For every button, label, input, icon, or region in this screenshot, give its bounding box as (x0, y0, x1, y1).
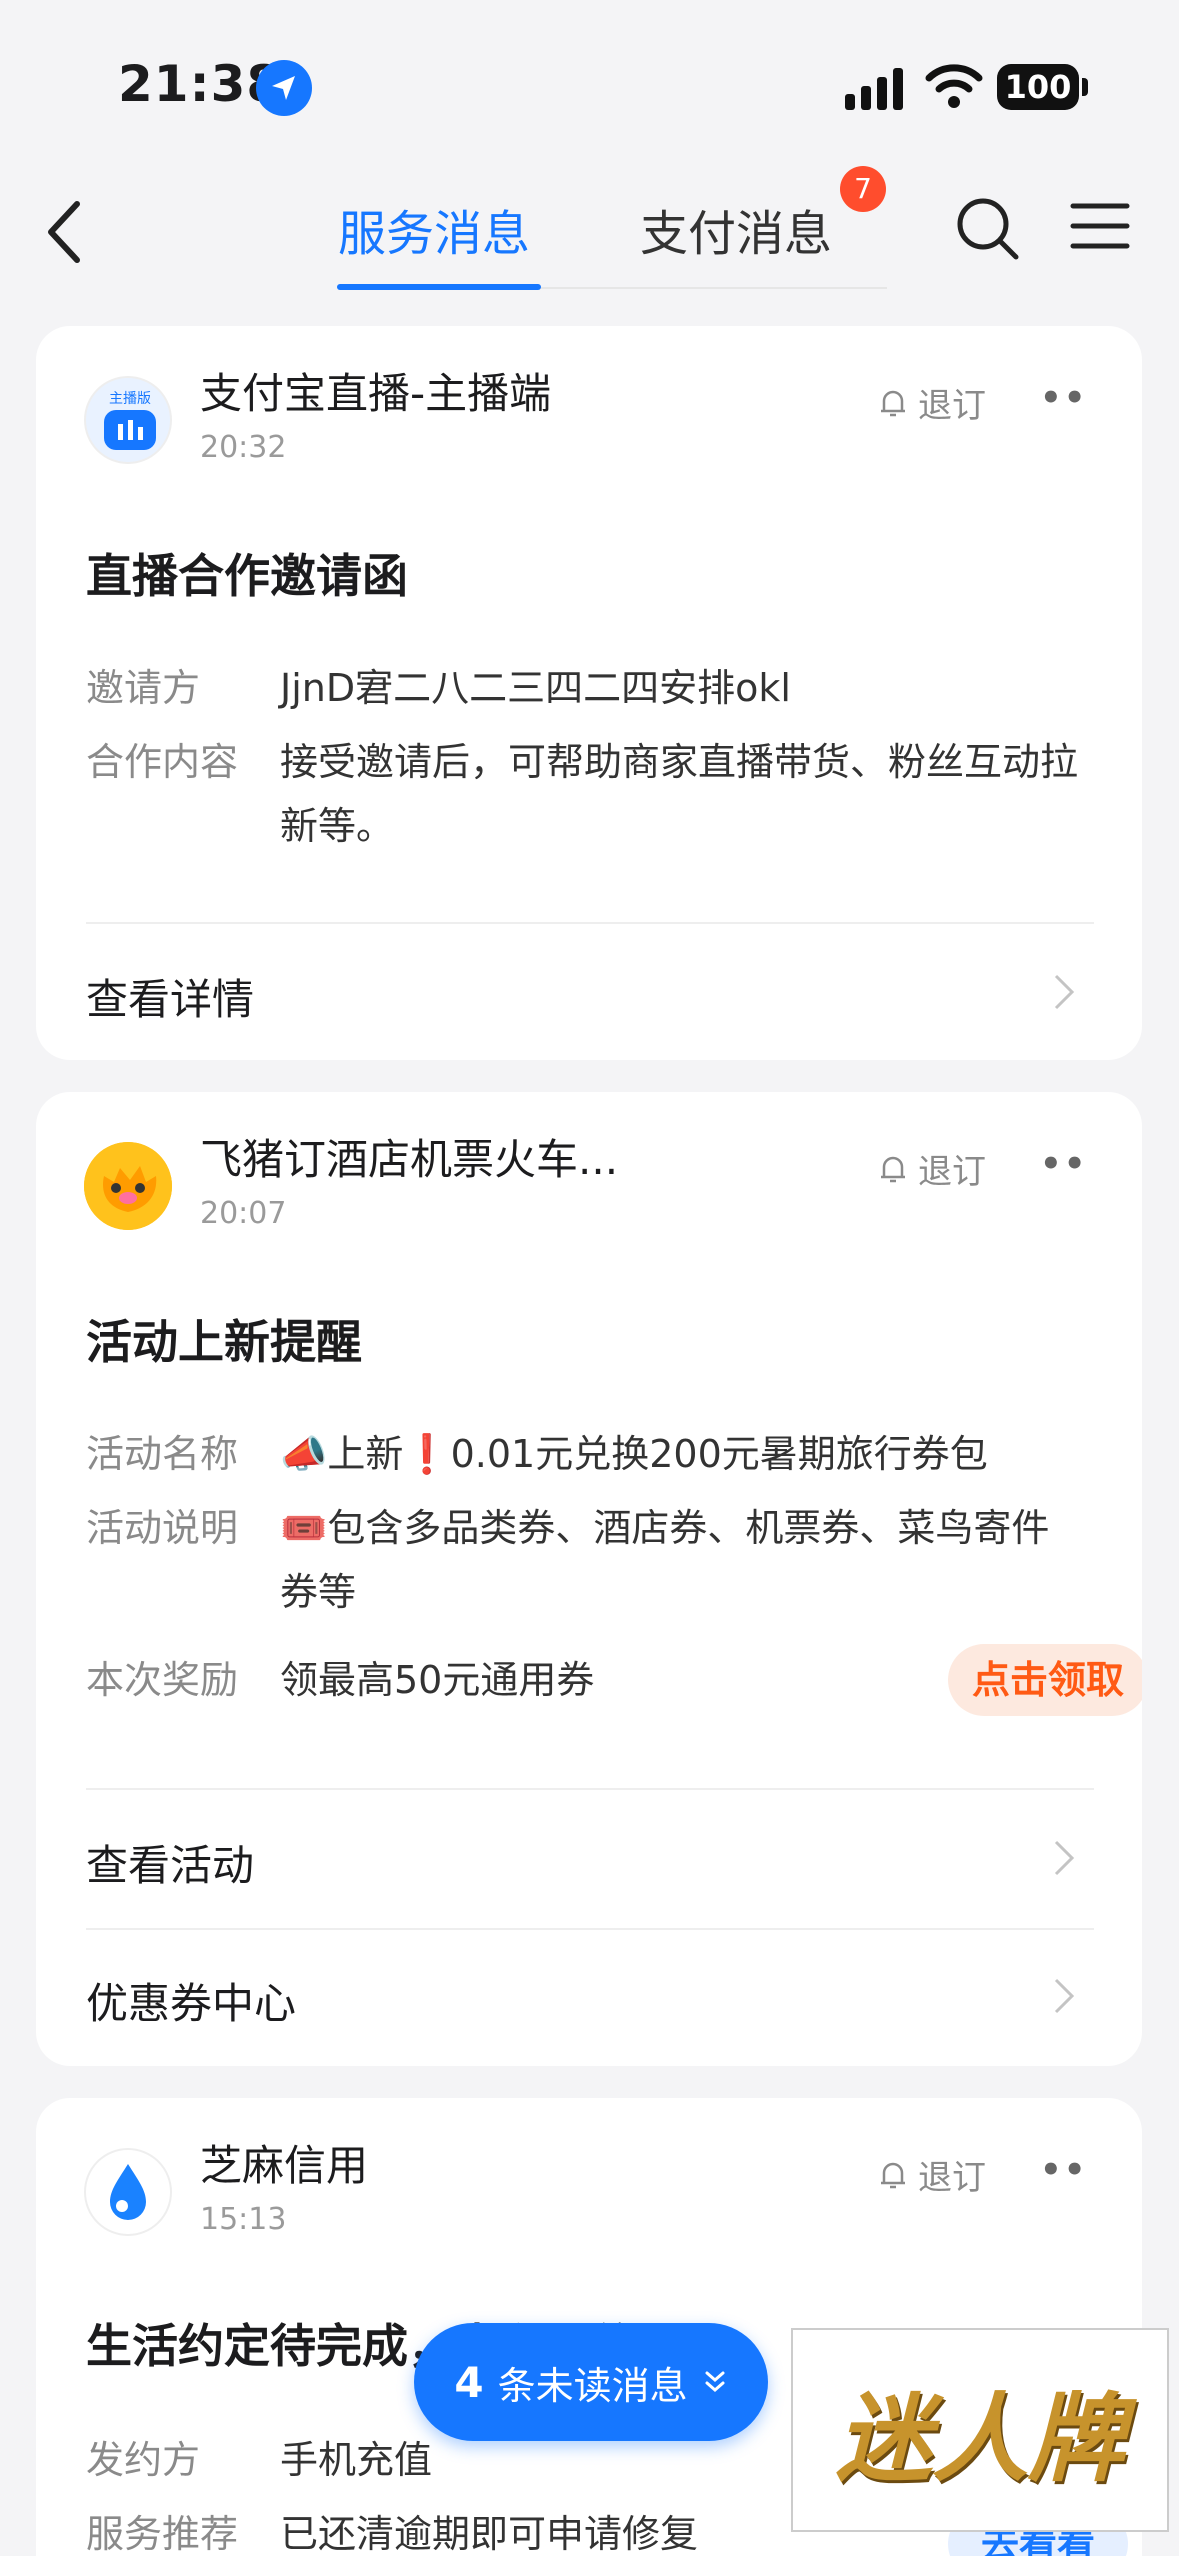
unsubscribe-button[interactable]: 退订 (878, 1144, 986, 1193)
field-row: 邀请方 JjnD宭二八二三四二四安排okl (86, 656, 1096, 720)
field-key: 邀请方 (86, 666, 201, 710)
status-bar: 21:38 100 (0, 0, 1179, 160)
divider (86, 1928, 1094, 1930)
menu-icon[interactable] (1070, 202, 1130, 250)
field-key: 合作内容 (86, 740, 239, 784)
more-options-icon[interactable]: •• (1040, 1144, 1087, 1184)
message-time: 20:07 (200, 1196, 287, 1231)
field-value: 🎟️包含多品类券、酒店券、机票券、菜鸟寄件券等 (280, 1506, 1050, 1614)
divider (86, 922, 1094, 924)
more-options-icon[interactable]: •• (1040, 2150, 1087, 2190)
claim-button[interactable]: 点击领取 (948, 1644, 1142, 1716)
location-icon (256, 60, 312, 116)
message-title: 直播合作邀请函 (86, 549, 408, 603)
active-tab-indicator (337, 284, 541, 290)
unread-count: 4 (454, 2357, 484, 2407)
unsubscribe-label: 退订 (918, 1152, 986, 1192)
sender-name[interactable]: 支付宝直播-主播端 (200, 366, 551, 422)
message-card: 飞猪订酒店机票火车... 20:07 退订 •• 活动上新提醒 活动名称 📣上新… (36, 1092, 1142, 2066)
sender-name[interactable]: 芝麻信用 (200, 2138, 368, 2194)
unread-label: 条未读消息 (497, 2363, 688, 2408)
field-value: 📣上新❗0.01元兑换200元暑期旅行券包 (280, 1432, 988, 1476)
chevron-right-icon (1054, 974, 1075, 1010)
unsubscribe-button[interactable]: 退订 (878, 378, 986, 427)
field-row: 活动名称 📣上新❗0.01元兑换200元暑期旅行券包 (86, 1422, 1096, 1486)
message-time: 20:32 (200, 430, 287, 465)
field-key: 本次奖励 (86, 1658, 239, 1702)
message-title: 活动上新提醒 (86, 1315, 362, 1369)
unsubscribe-button[interactable]: 退订 (878, 2150, 986, 2199)
coupon-center-link[interactable]: 优惠券中心 (86, 1970, 296, 2031)
search-icon[interactable] (955, 196, 1021, 262)
more-options-icon[interactable]: •• (1040, 378, 1087, 418)
divider (86, 1788, 1094, 1790)
avatar (84, 1142, 172, 1230)
field-key: 活动说明 (86, 1506, 239, 1550)
chevron-right-icon (1054, 1978, 1075, 2014)
avatar-label: 主播版 (109, 390, 151, 406)
bell-icon (881, 390, 905, 416)
tab-service-messages[interactable]: 服务消息 (338, 198, 530, 270)
ad-logo-text: 迷人牌 (836, 2381, 1124, 2495)
avatar: 主播版 (84, 376, 172, 464)
field-row: 活动说明 🎟️包含多品类券、酒店券、机票券、菜鸟寄件券等 (86, 1496, 1096, 1626)
sender-name[interactable]: 飞猪订酒店机票火车... (200, 1132, 618, 1188)
view-activity-link[interactable]: 查看活动 (86, 1832, 254, 1893)
field-row: 本次奖励 领最高50元通用券 点击领取 (86, 1644, 1142, 1716)
field-row: 合作内容 接受邀请后，可帮助商家直播带货、粉丝互动拉新等。 (86, 730, 1096, 860)
cellular-signal-icon (845, 68, 905, 110)
unread-badge: 7 (840, 166, 886, 212)
avatar (84, 2148, 172, 2236)
bell-icon (881, 2162, 905, 2188)
tab-payment-messages[interactable]: 支付消息 (640, 198, 832, 270)
battery-tip (1082, 78, 1088, 96)
unsubscribe-label: 退订 (918, 386, 986, 426)
field-key: 服务推荐 (86, 2512, 239, 2556)
field-value: 接受邀请后，可帮助商家直播带货、粉丝互动拉新等。 (280, 740, 1079, 848)
view-details-link[interactable]: 查看详情 (86, 966, 254, 1027)
field-key: 活动名称 (86, 1432, 239, 1476)
double-chevron-down-icon (705, 2371, 725, 2392)
field-value: JjnD宭二八二三四二四安排okl (280, 666, 791, 710)
message-time: 15:13 (200, 2202, 287, 2237)
unread-messages-button[interactable]: 4 条未读消息 (414, 2323, 768, 2441)
field-key: 发约方 (86, 2438, 201, 2482)
ad-banner[interactable]: 迷人牌 (791, 2328, 1169, 2532)
back-arrow-icon[interactable] (45, 200, 85, 264)
bell-icon (881, 1156, 905, 1182)
unsubscribe-label: 退订 (918, 2158, 986, 2198)
chevron-right-icon (1054, 1840, 1075, 1876)
battery-indicator: 100 (997, 64, 1079, 110)
wifi-icon (925, 64, 983, 108)
message-card: 主播版 支付宝直播-主播端 20:32 退订 •• 直播合作邀请函 邀请方 Jj… (36, 326, 1142, 1060)
